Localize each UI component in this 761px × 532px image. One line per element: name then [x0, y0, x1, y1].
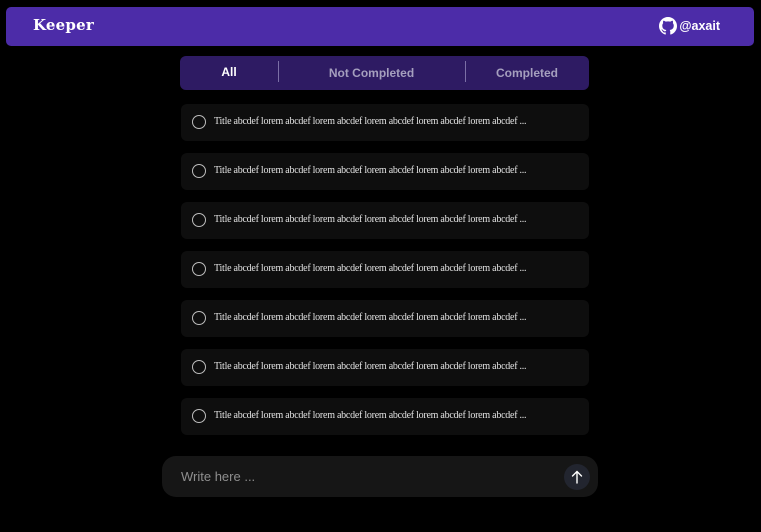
todo-title: Title abcdef lorem abcdef lorem abcdef l…: [214, 361, 527, 372]
todo-item[interactable]: Title abcdef lorem abcdef lorem abcdef l…: [181, 202, 589, 239]
navbar: Keeper @axait: [6, 7, 754, 46]
complete-checkbox[interactable]: [192, 262, 206, 276]
tab-completed[interactable]: Completed: [465, 56, 589, 90]
todo-list: Title abcdef lorem abcdef lorem abcdef l…: [181, 104, 589, 447]
complete-checkbox[interactable]: [192, 360, 206, 374]
complete-checkbox[interactable]: [192, 164, 206, 178]
new-todo-input[interactable]: [181, 466, 551, 487]
github-handle: @axait: [679, 19, 720, 33]
todo-item[interactable]: Title abcdef lorem abcdef lorem abcdef l…: [181, 300, 589, 337]
todo-title: Title abcdef lorem abcdef lorem abcdef l…: [214, 410, 527, 421]
todo-title: Title abcdef lorem abcdef lorem abcdef l…: [214, 116, 527, 127]
complete-checkbox[interactable]: [192, 409, 206, 423]
arrow-up-icon: [571, 470, 583, 484]
todo-item[interactable]: Title abcdef lorem abcdef lorem abcdef l…: [181, 251, 589, 288]
complete-checkbox[interactable]: [192, 115, 206, 129]
composer: [162, 456, 598, 497]
todo-title: Title abcdef lorem abcdef lorem abcdef l…: [214, 165, 527, 176]
github-icon: [659, 17, 678, 35]
todo-item[interactable]: Title abcdef lorem abcdef lorem abcdef l…: [181, 104, 589, 141]
todo-title: Title abcdef lorem abcdef lorem abcdef l…: [214, 312, 527, 323]
todo-title: Title abcdef lorem abcdef lorem abcdef l…: [214, 214, 527, 225]
complete-checkbox[interactable]: [192, 213, 206, 227]
github-link[interactable]: @axait: [659, 17, 720, 35]
app-logo[interactable]: Keeper: [33, 16, 94, 34]
filter-tabs: All Not Completed Completed: [180, 56, 589, 90]
todo-title: Title abcdef lorem abcdef lorem abcdef l…: [214, 263, 527, 274]
tab-all[interactable]: All: [180, 55, 278, 89]
todo-item[interactable]: Title abcdef lorem abcdef lorem abcdef l…: [181, 153, 589, 190]
todo-item[interactable]: Title abcdef lorem abcdef lorem abcdef l…: [181, 349, 589, 386]
todo-item[interactable]: Title abcdef lorem abcdef lorem abcdef l…: [181, 398, 589, 435]
complete-checkbox[interactable]: [192, 311, 206, 325]
send-button[interactable]: [564, 464, 590, 490]
tab-not-completed[interactable]: Not Completed: [278, 56, 465, 90]
